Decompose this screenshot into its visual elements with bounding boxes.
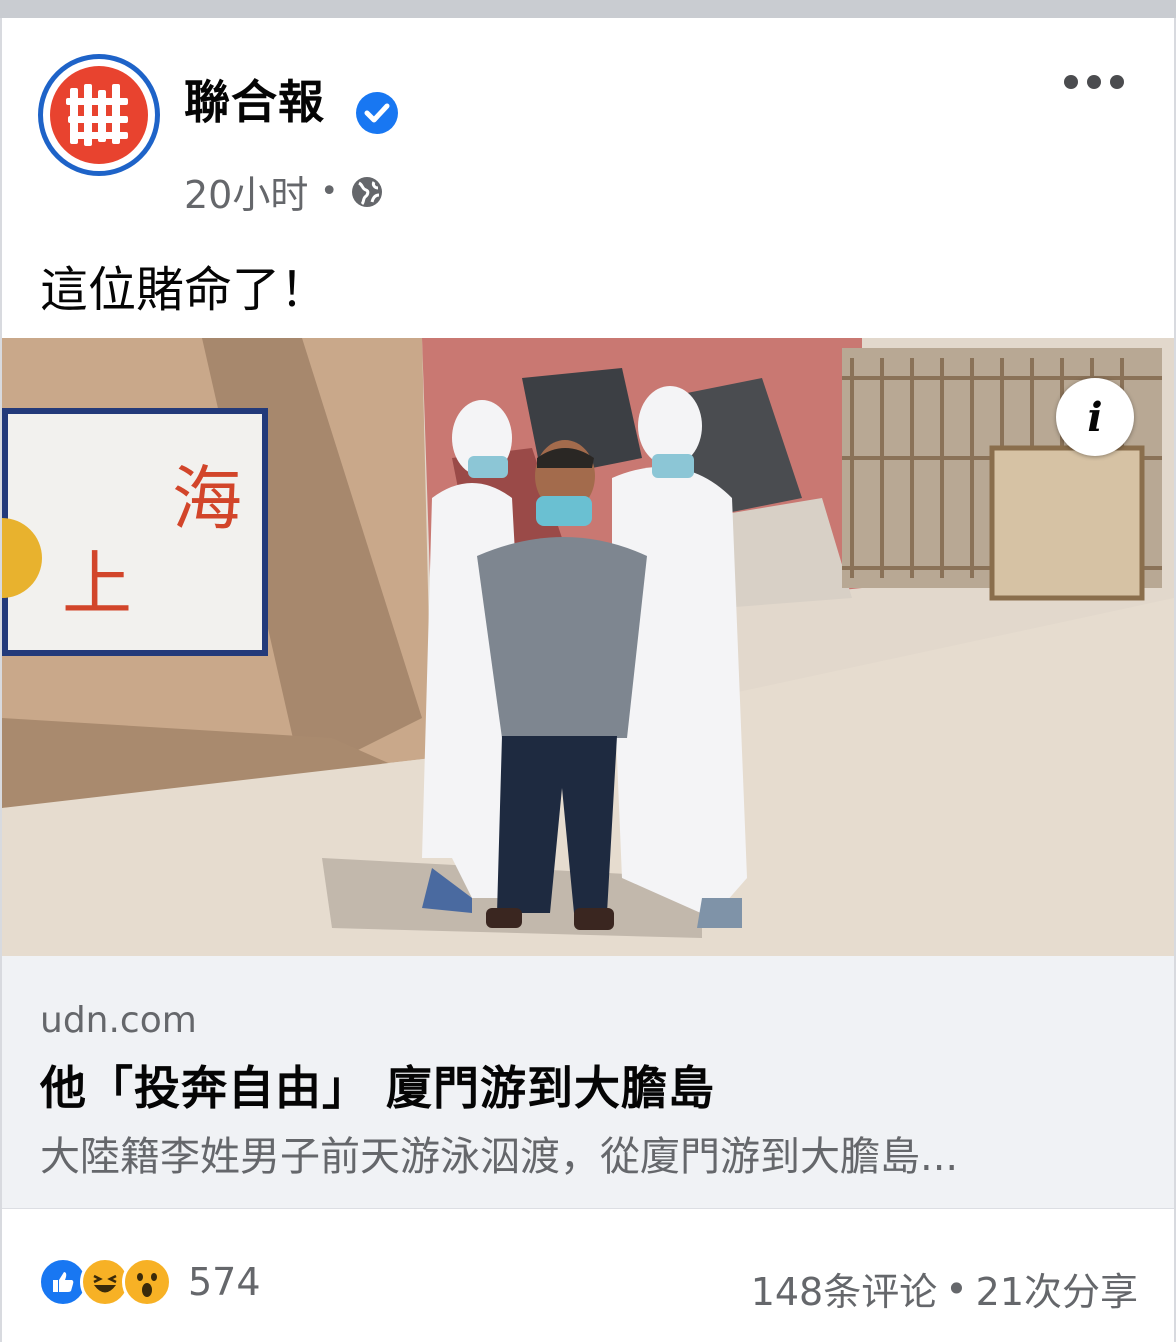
more-options-button[interactable] [1064, 62, 1124, 102]
udn-logo-icon [50, 66, 148, 164]
link-description: 大陸籍李姓男子前天游泳泅渡，從廈門游到大膽島... [40, 1134, 959, 1180]
more-dot-icon [1064, 75, 1078, 89]
post-photo[interactable]: 海 上 i [2, 338, 1174, 956]
comments-count[interactable]: 148条评论 [751, 1261, 938, 1316]
info-icon[interactable]: i [1056, 378, 1134, 456]
post-card: 聯合報 20小时 • 這位賭命了！ 海 上 i udn.com 他「投奔自由」 … [0, 18, 1176, 1342]
page-avatar[interactable] [38, 54, 160, 176]
meta-separator: • [320, 174, 339, 209]
verified-badge-icon [356, 92, 398, 134]
post-text: 這位賭命了！ [40, 262, 329, 318]
link-headline[interactable]: 他「投奔自由」 廈門游到大膽島 [40, 1052, 715, 1118]
reactions-summary[interactable]: 574 [38, 1257, 261, 1307]
wall-char-sea: 海 [172, 458, 242, 540]
photo-illustration: 海 上 [2, 338, 1174, 956]
comment-share-counts: 148条评论 • 21次分享 [751, 1261, 1138, 1316]
reaction-count: 574 [188, 1260, 261, 1304]
link-domain: udn.com [40, 1000, 197, 1041]
more-dot-icon [1087, 75, 1101, 89]
more-dot-icon [1110, 75, 1124, 89]
page-name[interactable]: 聯合報 [184, 66, 325, 132]
wall-char-up: 上 [62, 543, 132, 625]
engagement-bar: 574 148条评论 • 21次分享 [2, 1208, 1174, 1342]
post-header: 聯合報 20小时 • [2, 18, 1174, 218]
shares-count[interactable]: 21次分享 [976, 1261, 1138, 1316]
post-meta: 20小时 • [184, 164, 384, 219]
post-time[interactable]: 20小时 [184, 164, 308, 219]
wow-icon [122, 1257, 172, 1307]
link-preview[interactable]: udn.com 他「投奔自由」 廈門游到大膽島 大陸籍李姓男子前天游泳泅渡，從廈… [2, 956, 1174, 1208]
counts-separator: • [945, 1266, 968, 1311]
globe-icon [352, 176, 383, 207]
